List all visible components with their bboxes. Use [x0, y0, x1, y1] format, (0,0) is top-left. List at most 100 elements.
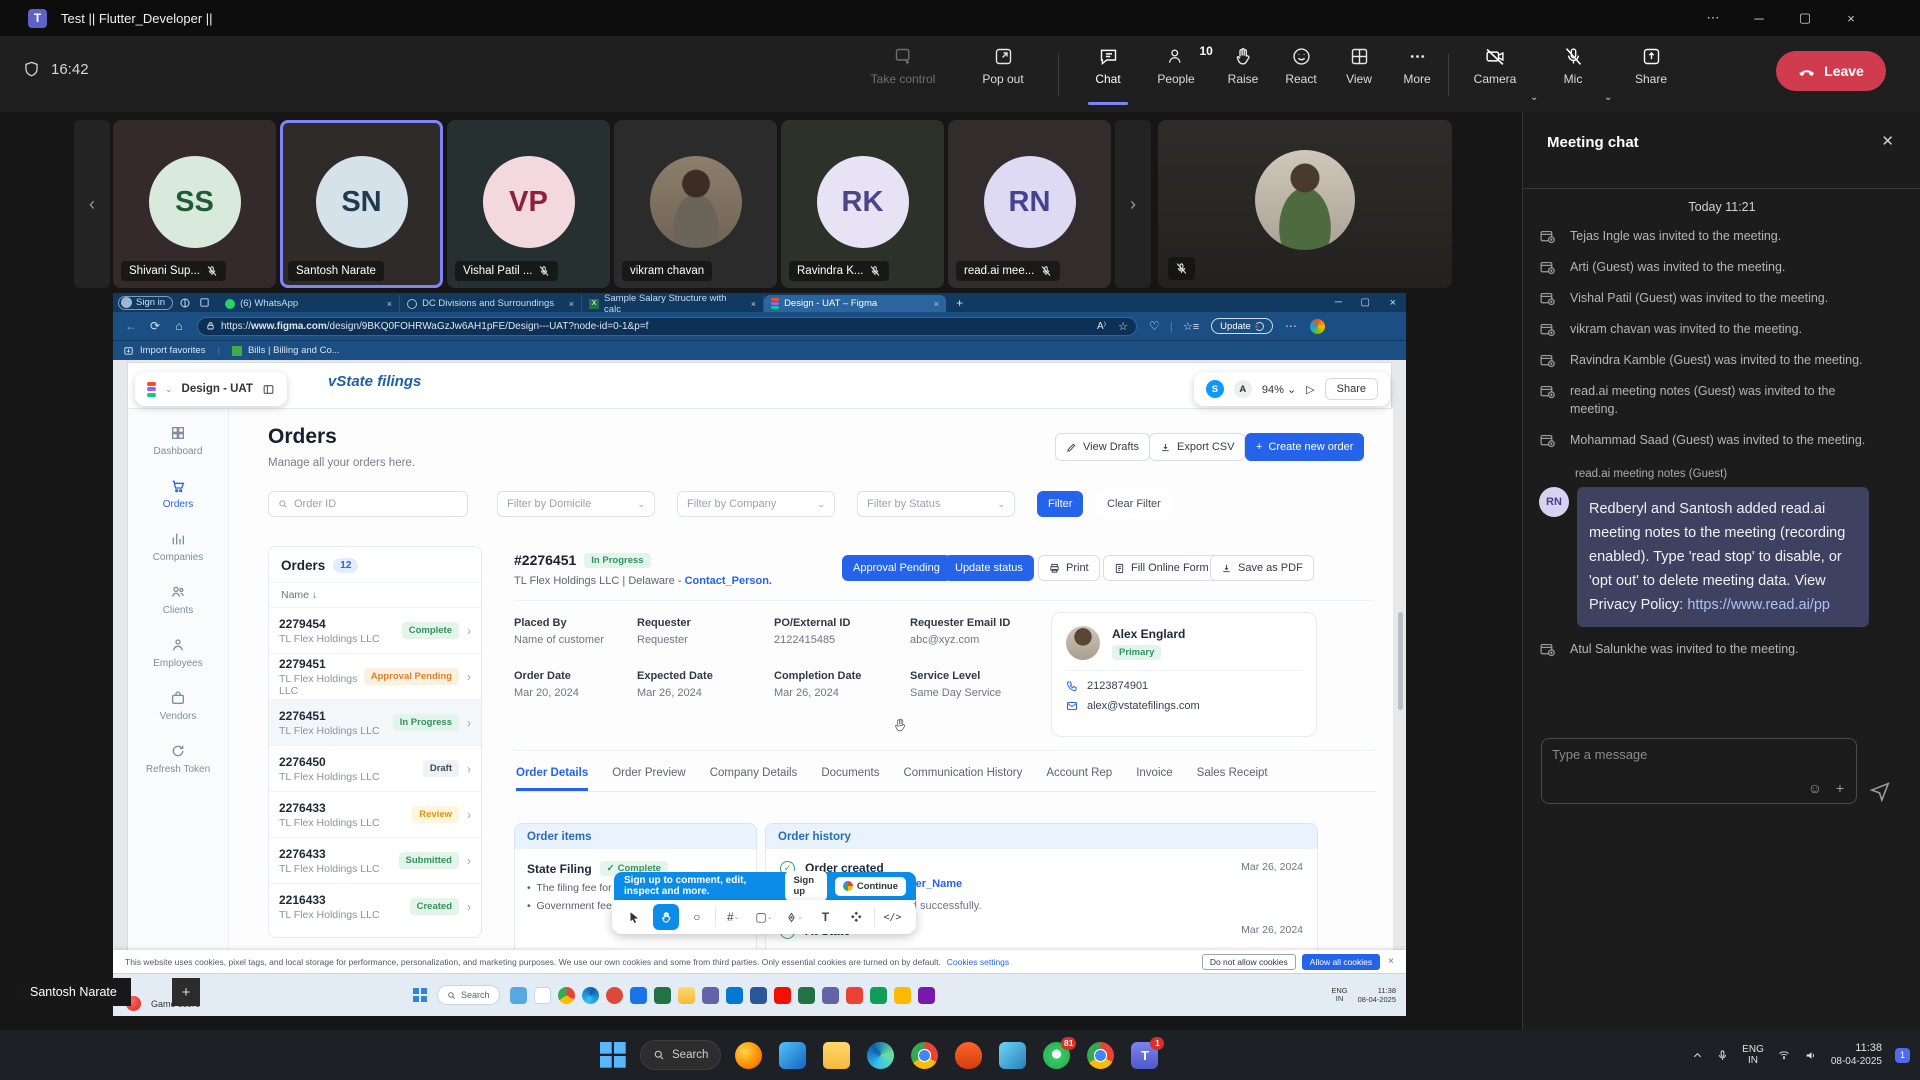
- workspaces-icon[interactable]: [179, 297, 191, 309]
- filter-domicile-dropdown[interactable]: Filter by Domicile⌄: [497, 491, 655, 517]
- cookie-close-icon[interactable]: ×: [1388, 956, 1394, 967]
- clock[interactable]: 11:3808-04-2025: [1831, 1042, 1882, 1068]
- emoji-icon[interactable]: ☺: [1808, 780, 1822, 796]
- participant-tile[interactable]: vikram chavan: [614, 120, 777, 288]
- taskbar-app-icon[interactable]: [534, 987, 551, 1004]
- taskbar-app-icon[interactable]: [510, 987, 527, 1004]
- frame-tool-icon[interactable]: #⌄: [720, 904, 746, 930]
- taskbar-app-icon[interactable]: [726, 987, 743, 1004]
- taskbar-app-icon[interactable]: [798, 987, 815, 1004]
- create-new-order-button[interactable]: + Create new order: [1245, 433, 1364, 461]
- chat-input[interactable]: [1552, 747, 1832, 762]
- clear-filter-button[interactable]: Clear Filter: [1097, 491, 1171, 517]
- collaborator-avatar[interactable]: A: [1234, 380, 1252, 398]
- taskbar-app-icon[interactable]: [870, 987, 887, 1004]
- participant-tile[interactable]: RN read.ai mee...: [948, 120, 1111, 288]
- attach-plus-icon[interactable]: +: [1836, 780, 1844, 796]
- view-button[interactable]: View: [1326, 46, 1392, 86]
- raise-button[interactable]: Raise: [1210, 46, 1276, 86]
- bookmark-import-favorites[interactable]: Import favorites: [140, 345, 205, 356]
- taskbar-app-icon[interactable]: [774, 987, 791, 1004]
- dev-mode-icon[interactable]: </>: [880, 904, 906, 930]
- order-row[interactable]: 2276451 TL Flex Holdings LLC In Progress…: [269, 699, 481, 745]
- favorite-star-icon[interactable]: ☆: [1118, 320, 1128, 333]
- view-drafts-button[interactable]: View Drafts: [1055, 433, 1150, 461]
- participant-tile[interactable]: RK Ravindra K...: [781, 120, 944, 288]
- print-button[interactable]: Print: [1038, 555, 1100, 581]
- privacy-policy-link[interactable]: https://www.read.ai/pp: [1687, 597, 1830, 613]
- sharing-toolbar-pin[interactable]: +: [172, 978, 200, 1006]
- text-tool-icon[interactable]: T: [812, 904, 838, 930]
- filter-company-dropdown[interactable]: Filter by Company⌄: [677, 491, 835, 517]
- present-icon[interactable]: ▷: [1306, 383, 1314, 396]
- detail-tab[interactable]: Communication History: [903, 767, 1022, 791]
- order-row[interactable]: 2279451 TL Flex Holdings LLC Approval Pe…: [269, 653, 481, 699]
- detail-tab[interactable]: Order Details: [516, 767, 588, 791]
- order-row[interactable]: 2276433 TL Flex Holdings LLC Review ›: [269, 791, 481, 837]
- shared-start-icon[interactable]: [413, 988, 427, 1002]
- browser-restore-icon[interactable]: ▢: [1361, 297, 1370, 308]
- chat-input-box[interactable]: ☺ +: [1541, 738, 1857, 804]
- mic-options-chevron-icon[interactable]: ⌄: [1604, 92, 1612, 103]
- figma-logo-icon[interactable]: [147, 382, 156, 397]
- contact-email-row[interactable]: alex@vstatefilings.com: [1052, 692, 1316, 712]
- shape-tool-icon[interactable]: ▢⌄: [751, 904, 777, 930]
- more-button[interactable]: More: [1384, 46, 1450, 86]
- taskbar-app-icon[interactable]: [779, 1042, 806, 1069]
- taskbar-app-icon[interactable]: [678, 987, 695, 1004]
- tab-figma-active[interactable]: Design - UAT – Figma×: [764, 295, 946, 312]
- maximize-button[interactable]: ▢: [1782, 0, 1828, 36]
- browser-menu-icon[interactable]: ⋯: [1285, 319, 1298, 333]
- taskbar-app-icon[interactable]: T 1: [1131, 1042, 1158, 1069]
- browser-profile-button[interactable]: Sign in: [118, 296, 173, 310]
- taskbar-app-icon[interactable]: [894, 987, 911, 1004]
- taskbar-app-icon[interactable]: [823, 1042, 850, 1069]
- zoom-level-dropdown[interactable]: 94% ⌄: [1262, 383, 1296, 396]
- language-indicator[interactable]: ENGIN: [1742, 1044, 1764, 1066]
- resources-tool-icon[interactable]: [843, 904, 869, 930]
- volume-icon[interactable]: [1804, 1049, 1818, 1062]
- detail-tab[interactable]: Sales Receipt: [1197, 767, 1268, 791]
- taskbar-search[interactable]: Search: [640, 1040, 721, 1070]
- export-csv-button[interactable]: Export CSV: [1149, 433, 1245, 461]
- google-continue-button[interactable]: Continue: [835, 877, 906, 896]
- collaborator-avatar[interactable]: S: [1206, 380, 1224, 398]
- hand-tool-icon[interactable]: [653, 904, 679, 930]
- taskbar-app-icon[interactable]: [654, 987, 671, 1004]
- people-button[interactable]: 10 People: [1143, 46, 1209, 86]
- start-button[interactable]: [600, 1042, 626, 1068]
- detail-tab[interactable]: Order Preview: [612, 767, 686, 791]
- pen-tool-icon[interactable]: ⌄: [782, 904, 808, 930]
- taskbar-app-icon[interactable]: [750, 987, 767, 1004]
- list-column-header[interactable]: Name ↓: [269, 582, 481, 607]
- figma-share-button[interactable]: Share: [1325, 378, 1378, 400]
- refresh-icon[interactable]: ⟳: [143, 319, 167, 333]
- update-status-button[interactable]: Update status: [944, 555, 1034, 581]
- cookie-settings-link[interactable]: Cookies settings: [947, 957, 1009, 967]
- pop-out-button[interactable]: Pop out: [970, 46, 1036, 86]
- layout-panel-icon[interactable]: [262, 383, 275, 396]
- copilot-icon[interactable]: [1310, 319, 1325, 334]
- camera-button[interactable]: Camera: [1462, 46, 1528, 86]
- move-tool-icon[interactable]: [622, 904, 648, 930]
- sign-up-button[interactable]: Sign up: [785, 871, 826, 901]
- participant-tile[interactable]: SN Santosh Narate: [280, 120, 443, 288]
- filter-status-dropdown[interactable]: Filter by Status⌄: [857, 491, 1015, 517]
- tab-actions-icon[interactable]: [199, 297, 210, 308]
- sidebar-item-orders[interactable]: Orders: [163, 478, 194, 510]
- page-scrollbar[interactable]: [1398, 612, 1403, 710]
- tab-whatsapp[interactable]: (6) WhatsApp×: [218, 295, 400, 312]
- url-bar[interactable]: https://www.figma.com/design/9BKQ0FOHRWa…: [197, 317, 1137, 336]
- taskbar-app-icon[interactable]: [955, 1042, 982, 1069]
- order-row[interactable]: 2276450 TL Flex Holdings LLC Draft ›: [269, 745, 481, 791]
- taskbar-app-icon[interactable]: [630, 987, 647, 1004]
- order-id-search[interactable]: Order ID: [268, 491, 468, 517]
- filmstrip-scroll-right[interactable]: ›: [1115, 120, 1151, 288]
- camera-options-chevron-icon[interactable]: ⌄: [1530, 92, 1538, 103]
- filmstrip-scroll-left[interactable]: ‹: [74, 120, 110, 288]
- read-aloud-icon[interactable]: A⁾: [1097, 321, 1106, 332]
- favorites-bar-icon[interactable]: ☆≡: [1183, 320, 1199, 333]
- chevron-down-icon[interactable]: ⌄: [165, 384, 173, 395]
- shared-clock[interactable]: 11:3808-04-2025: [1358, 986, 1396, 1004]
- taskbar-app-icon[interactable]: 81: [1043, 1042, 1070, 1069]
